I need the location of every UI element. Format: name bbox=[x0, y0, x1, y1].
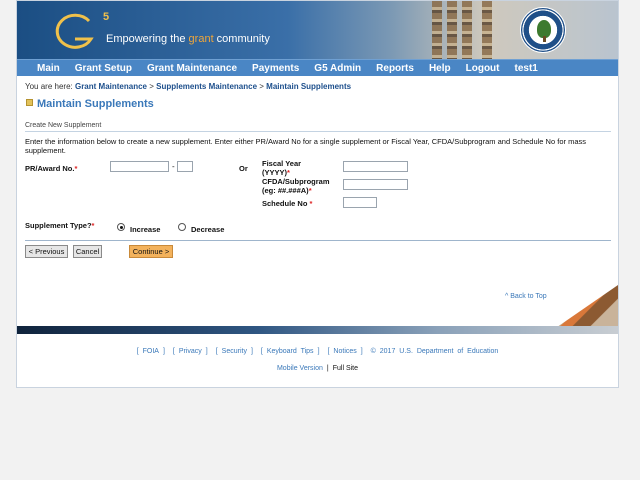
breadcrumb-prefix: You are here: bbox=[25, 82, 75, 91]
g5-logo-icon bbox=[55, 13, 94, 49]
nav-g5-admin[interactable]: G5 Admin bbox=[314, 63, 361, 74]
footer-bracket: [ bbox=[136, 348, 139, 355]
decrease-radio[interactable] bbox=[178, 223, 186, 231]
required-marker: * bbox=[74, 164, 78, 173]
tagline: Empowering the grant community bbox=[106, 33, 270, 45]
footer-links: [ FOIA] [ Privacy] [ Security] [ Keyboard Ti… bbox=[17, 348, 618, 355]
fiscal-year-label: Fiscal Year (YYYY)* bbox=[262, 159, 301, 177]
increase-radio[interactable] bbox=[117, 223, 125, 231]
pr-award-input[interactable] bbox=[110, 161, 169, 172]
banner-bookshelf bbox=[432, 1, 442, 59]
nav-payments[interactable]: Payments bbox=[252, 63, 299, 74]
cfda-format-text: (eg: ##.###A) bbox=[262, 186, 309, 195]
breadcrumb-grant-maintenance[interactable]: Grant Maintenance bbox=[75, 82, 147, 91]
required-marker: * bbox=[308, 186, 312, 195]
footer-bracket: [ bbox=[172, 348, 175, 355]
decrease-label[interactable]: Decrease bbox=[191, 225, 224, 234]
cancel-button[interactable]: Cancel bbox=[73, 245, 102, 258]
footer-bracket: ] bbox=[360, 348, 363, 355]
footer-link-privacy[interactable]: Privacy bbox=[179, 348, 202, 355]
logo-number: 5 bbox=[103, 11, 110, 23]
footer-bracket: ] bbox=[205, 348, 208, 355]
footer-link-keyboard-tips[interactable]: Keyboard Tips bbox=[267, 348, 314, 355]
footer-bracket: [ bbox=[260, 348, 263, 355]
footer-bar bbox=[17, 326, 618, 334]
instructions-text: Enter the information below to create a … bbox=[25, 137, 586, 155]
nav-grant-maintenance[interactable]: Grant Maintenance bbox=[147, 63, 237, 74]
footer-link-foia[interactable]: FOIA bbox=[143, 348, 159, 355]
required-marker: * bbox=[91, 221, 95, 230]
schedule-no-label: Schedule No * bbox=[262, 199, 312, 208]
schedule-no-label-text: Schedule No bbox=[262, 199, 308, 208]
back-to-top-link[interactable]: ^ Back to Top bbox=[505, 293, 547, 300]
footer-separator: | bbox=[326, 365, 329, 372]
banner-bookshelf bbox=[482, 1, 492, 59]
nav-grant-setup[interactable]: Grant Setup bbox=[75, 63, 132, 74]
pr-award-label-text: PR/Award No. bbox=[25, 164, 75, 173]
footer-copyright: © 2017 U.S. Department of Education bbox=[370, 348, 499, 355]
full-site-label: Full Site bbox=[332, 365, 359, 372]
footer-link-security[interactable]: Security bbox=[222, 348, 247, 355]
page-container: 5 Empowering the grant community Main Gr… bbox=[16, 0, 619, 388]
tagline-accent: grant bbox=[188, 33, 214, 45]
footer-bracket: [ bbox=[327, 348, 330, 355]
required-marker: * bbox=[309, 199, 313, 208]
page-title-icon bbox=[26, 99, 33, 106]
section-label: Create New Supplement bbox=[25, 122, 102, 129]
pr-award-suffix-input[interactable] bbox=[177, 161, 193, 172]
increase-label[interactable]: Increase bbox=[130, 225, 160, 234]
seal-trunk bbox=[543, 36, 546, 42]
banner-bookshelf bbox=[462, 1, 472, 59]
header-banner: 5 Empowering the grant community bbox=[17, 1, 618, 59]
fiscal-year-format-text: (YYYY) bbox=[262, 168, 288, 177]
footer-bracket: ] bbox=[317, 348, 320, 355]
pr-award-dash: - bbox=[172, 162, 175, 171]
required-marker: * bbox=[287, 168, 290, 177]
previous-button[interactable]: < Previous bbox=[25, 245, 68, 258]
mobile-version-link[interactable]: Mobile Version bbox=[277, 365, 323, 372]
tagline-text: community bbox=[213, 33, 270, 45]
fiscal-year-input[interactable] bbox=[343, 161, 408, 172]
breadcrumb: You are here: Grant Maintenance > Supple… bbox=[25, 82, 351, 91]
schedule-no-input[interactable] bbox=[343, 197, 377, 208]
cfda-label: CFDA/Subprogram (eg: ##.###A)* bbox=[262, 177, 330, 195]
nav-main[interactable]: Main bbox=[37, 63, 60, 74]
footer-version-links: Mobile Version | Full Site bbox=[17, 365, 618, 372]
footer-bracket: ] bbox=[250, 348, 253, 355]
supplement-type-label: Supplement Type?* bbox=[25, 221, 94, 230]
footer-link-notices[interactable]: Notices bbox=[333, 348, 356, 355]
page-title: Maintain Supplements bbox=[37, 98, 154, 110]
banner-bookshelf bbox=[447, 1, 457, 59]
nav-reports[interactable]: Reports bbox=[376, 63, 414, 74]
footer-bracket: [ bbox=[215, 348, 218, 355]
department-seal-icon bbox=[520, 7, 566, 53]
continue-button[interactable]: Continue > bbox=[129, 245, 173, 258]
tagline-text: Empowering the bbox=[106, 33, 189, 45]
nav-user[interactable]: test1 bbox=[515, 63, 538, 74]
pr-award-label: PR/Award No.* bbox=[25, 164, 77, 173]
footer-bracket: ] bbox=[162, 348, 165, 355]
breadcrumb-separator: > bbox=[146, 82, 157, 91]
or-label: Or bbox=[239, 164, 248, 173]
section-divider bbox=[25, 131, 611, 132]
cfda-label-text: CFDA/Subprogram bbox=[262, 177, 330, 186]
fiscal-year-label-text: Fiscal Year bbox=[262, 159, 302, 168]
nav-help[interactable]: Help bbox=[429, 63, 451, 74]
nav-logout[interactable]: Logout bbox=[466, 63, 500, 74]
supplement-type-label-text: Supplement Type? bbox=[25, 221, 92, 230]
breadcrumb-supplements-maintenance[interactable]: Supplements Maintenance bbox=[156, 82, 257, 91]
breadcrumb-separator: > bbox=[257, 82, 267, 91]
breadcrumb-maintain-supplements[interactable]: Maintain Supplements bbox=[266, 82, 351, 91]
form-divider bbox=[25, 240, 611, 241]
main-nav: Main Grant Setup Grant Maintenance Payme… bbox=[17, 59, 618, 76]
cfda-input[interactable] bbox=[343, 179, 408, 190]
